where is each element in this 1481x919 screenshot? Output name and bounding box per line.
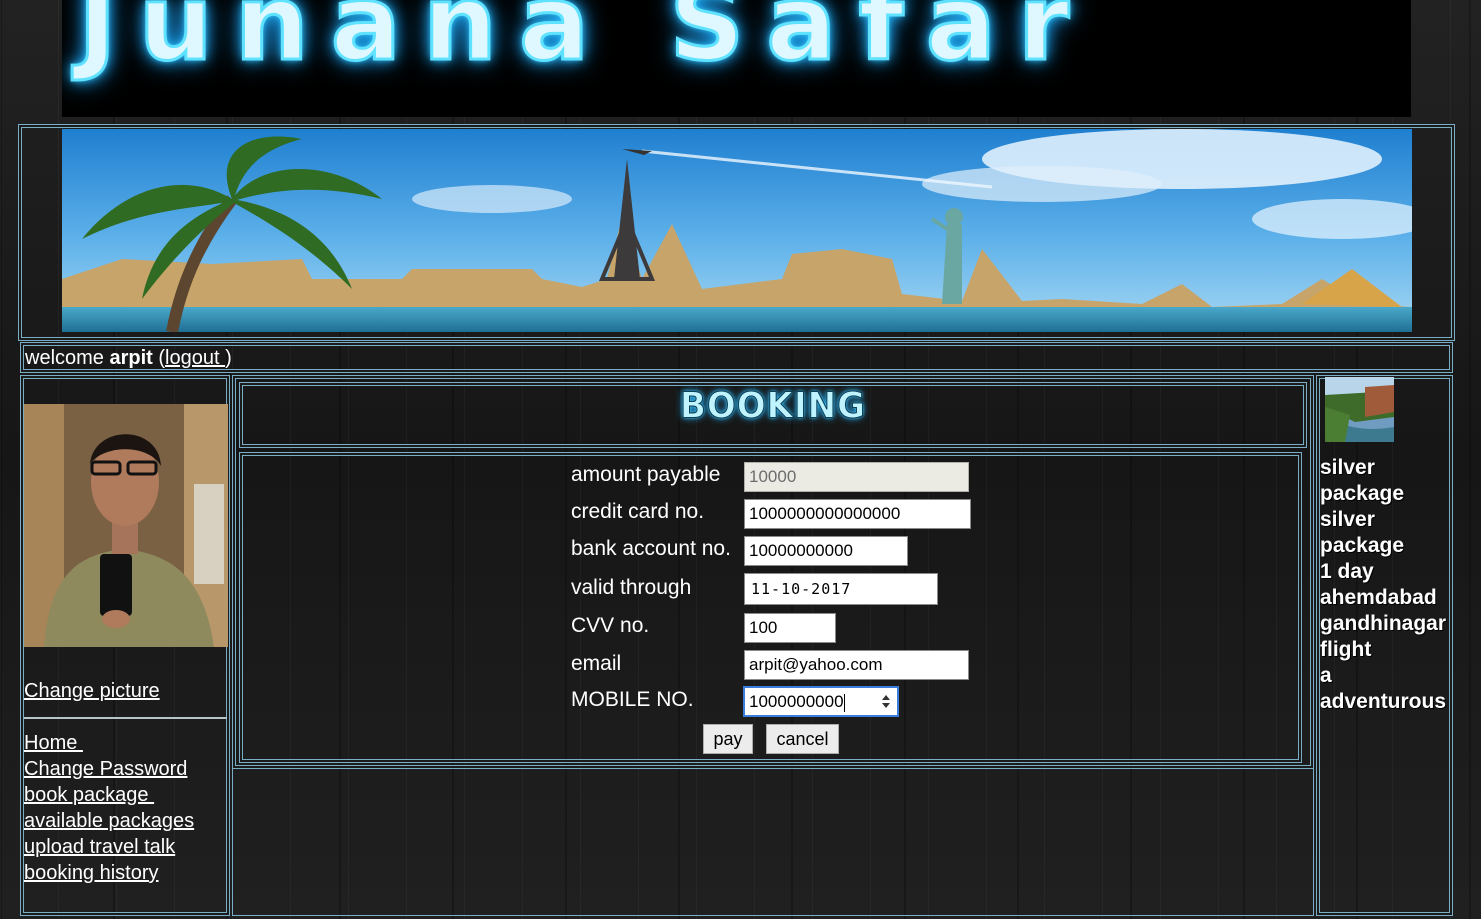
sidebar-divider	[24, 717, 227, 719]
package-line: package	[1320, 482, 1405, 505]
pay-button[interactable]: pay	[703, 724, 753, 754]
paren-close: )	[225, 347, 232, 369]
bank-account-field[interactable]: 10000000000	[744, 536, 908, 566]
text-caret	[843, 693, 845, 712]
bank-account-label: bank account no.	[571, 537, 731, 560]
page-title: BOOKING	[679, 384, 867, 427]
nav-booking-history[interactable]: booking history	[24, 860, 194, 886]
nav-book-package[interactable]: book package	[24, 782, 194, 808]
email-field[interactable]: arpit@yahoo.com	[744, 650, 969, 680]
welcome-prefix: welcome	[25, 347, 110, 369]
nav-upload-travel-talk[interactable]: upload travel talk	[24, 834, 194, 860]
package-line: silver	[1320, 456, 1375, 479]
package-line: flight	[1320, 638, 1372, 661]
number-spinner-icon[interactable]	[879, 691, 893, 711]
cvv-label: CVV no.	[571, 614, 650, 637]
package-line: a	[1320, 664, 1332, 687]
change-picture-link[interactable]: Change picture	[24, 680, 160, 703]
paren-open: (	[152, 347, 166, 369]
cvv-field[interactable]: 100	[744, 613, 836, 643]
welcome-text: welcome arpit (logout )	[25, 347, 232, 370]
nav-change-password[interactable]: Change Password	[24, 756, 194, 782]
logout-link[interactable]: logout	[165, 347, 225, 369]
package-line: ahemdabad	[1320, 586, 1437, 609]
site-logo-text: Junana Safar	[76, 0, 1092, 86]
credit-card-label: credit card no.	[571, 500, 705, 523]
mobile-value: 1000000000	[749, 692, 844, 711]
valid-through-label: valid through	[571, 576, 692, 599]
valid-through-field[interactable]: 11-10-2017	[744, 573, 938, 605]
cancel-button[interactable]: cancel	[766, 724, 839, 754]
welcome-bar: welcome arpit (logout )	[20, 342, 1453, 373]
nav-available-packages[interactable]: available packages	[24, 808, 194, 834]
sidebar-nav: Home Change Password book package availa…	[24, 730, 194, 886]
package-thumbnail[interactable]	[1325, 377, 1394, 442]
email-label: email	[571, 652, 622, 675]
package-line: adventurous	[1320, 690, 1447, 713]
avatar	[24, 404, 228, 647]
main-content-lower	[232, 769, 1314, 916]
credit-card-field[interactable]: 1000000000000000	[744, 499, 971, 529]
travel-banner-image	[62, 129, 1412, 332]
package-line: silver	[1320, 508, 1375, 531]
mobile-label: MOBILE NO.	[571, 688, 694, 711]
site-logo-banner: Junana Safar	[62, 0, 1411, 117]
package-line: gandhinagar	[1320, 612, 1447, 635]
username: arpit	[109, 347, 153, 369]
amount-payable-label: amount payable	[571, 463, 721, 486]
mobile-field[interactable]: 1000000000	[743, 686, 899, 717]
nav-home[interactable]: Home	[24, 730, 194, 756]
package-description: silver package silver package 1 day ahem…	[1320, 455, 1453, 715]
package-line: 1 day	[1320, 560, 1374, 583]
package-line: package	[1320, 534, 1405, 557]
amount-payable-field[interactable]: 10000	[744, 462, 969, 492]
